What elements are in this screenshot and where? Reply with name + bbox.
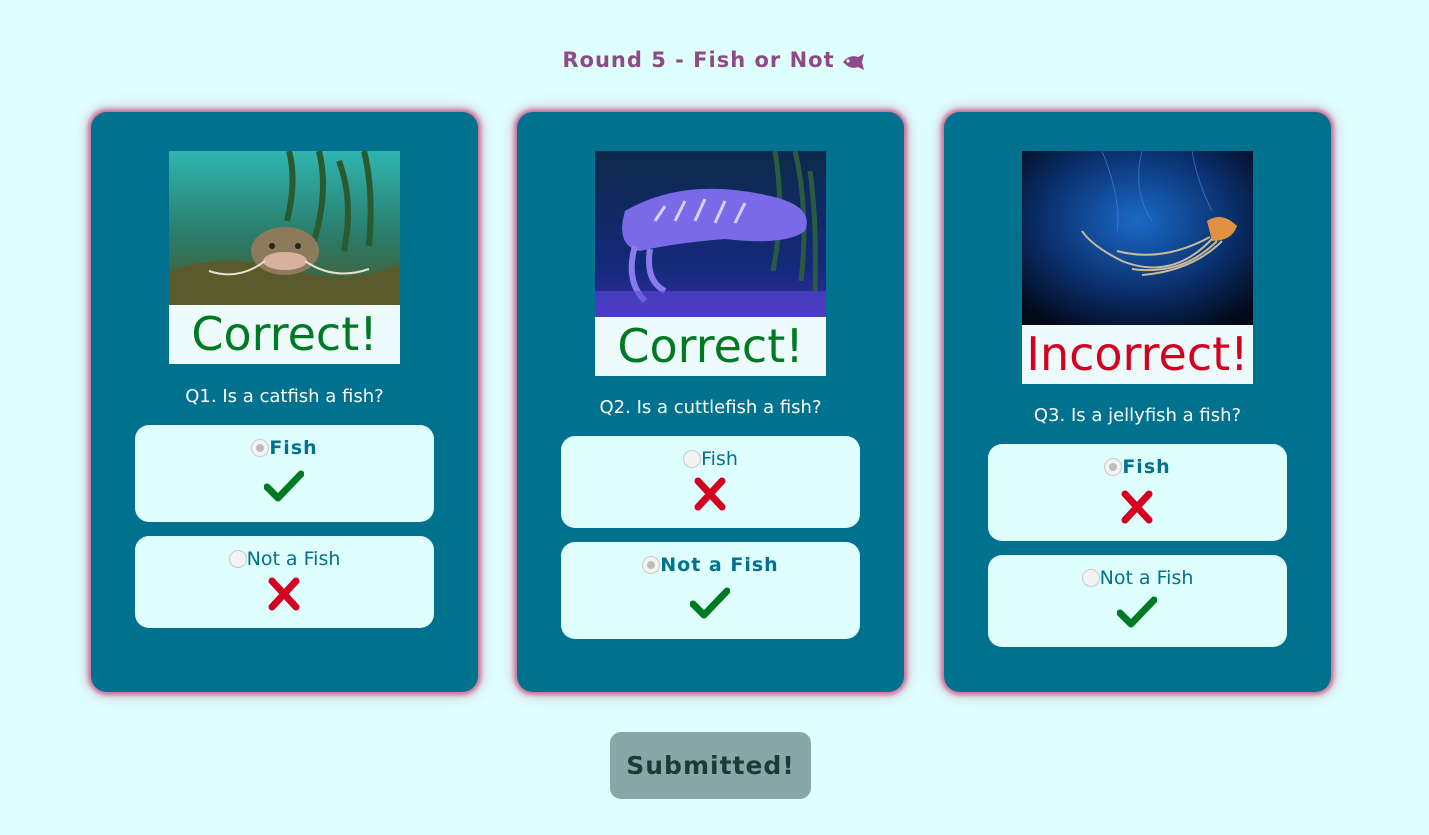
radio-button[interactable]	[642, 556, 661, 574]
radio-button[interactable]	[228, 550, 247, 568]
option-row: Not a Fish	[561, 554, 860, 576]
option-row: Not a Fish	[135, 548, 434, 570]
option-label: Fish	[701, 448, 738, 470]
result-label-3: Incorrect!	[1022, 325, 1253, 384]
cross-icon	[264, 577, 304, 611]
option-row: Fish	[135, 437, 434, 459]
cross-icon	[690, 477, 730, 511]
option-not-fish-1[interactable]: Not a Fish	[135, 536, 434, 628]
option-fish-3[interactable]: Fish	[988, 444, 1287, 541]
check-icon	[690, 586, 730, 620]
question-text-1: Q1. Is a catfish a fish?	[185, 386, 384, 407]
option-label: Not a Fish	[1099, 567, 1194, 589]
jellyfish-image	[1022, 151, 1253, 325]
radio-button[interactable]	[1081, 569, 1100, 587]
check-icon	[1117, 595, 1157, 629]
radio-button[interactable]	[1104, 458, 1123, 476]
option-row: Fish	[561, 448, 860, 470]
check-icon	[264, 469, 304, 503]
question-card-2: Correct! Q2. Is a cuttlefish a fish? Fis…	[517, 112, 904, 692]
question-card-1: Correct! Q1. Is a catfish a fish? Fish N…	[91, 112, 478, 692]
fish-icon	[841, 51, 867, 75]
option-fish-2[interactable]: Fish	[561, 436, 860, 528]
submit-button[interactable]: Submitted!	[610, 732, 811, 799]
question-text-2: Q2. Is a cuttlefish a fish?	[599, 397, 822, 418]
result-label-2: Correct!	[595, 317, 826, 376]
option-label: Not a Fish	[246, 548, 341, 570]
option-row: Not a Fish	[988, 567, 1287, 589]
result-label-1: Correct!	[169, 305, 400, 364]
question-card-3: Incorrect! Q3. Is a jellyfish a fish? Fi…	[944, 112, 1331, 692]
option-row: Fish	[988, 456, 1287, 478]
question-text-3: Q3. Is a jellyfish a fish?	[1033, 405, 1242, 426]
option-not-fish-3[interactable]: Not a Fish	[988, 555, 1287, 647]
cuttlefish-image	[595, 151, 826, 317]
round-title: Round 5 - Fish or Not	[0, 48, 1429, 75]
catfish-image	[169, 151, 400, 305]
option-label: Fish	[1122, 456, 1171, 478]
round-title-text: Round 5 - Fish or Not	[562, 48, 835, 72]
radio-button[interactable]	[683, 450, 702, 468]
option-label: Fish	[269, 437, 318, 459]
option-not-fish-2[interactable]: Not a Fish	[561, 542, 860, 639]
quiz-page: Round 5 - Fish or Not Correct! Q1. Is a …	[0, 0, 1429, 835]
option-fish-1[interactable]: Fish	[135, 425, 434, 522]
cross-icon	[1117, 490, 1157, 524]
option-label: Not a Fish	[660, 554, 779, 576]
radio-button[interactable]	[251, 439, 270, 457]
